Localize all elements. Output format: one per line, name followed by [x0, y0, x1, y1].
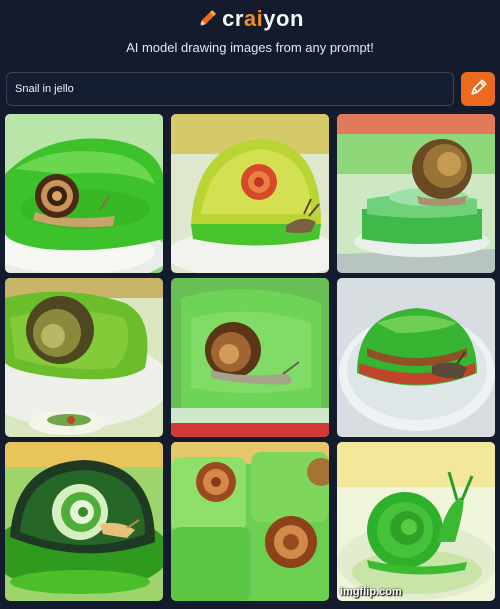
pencil-icon: [196, 8, 218, 30]
result-image[interactable]: [5, 114, 163, 273]
watermark: imgflip.com: [340, 586, 402, 598]
header: craiyon AI model drawing images from any…: [0, 0, 500, 70]
draw-button[interactable]: [461, 72, 495, 106]
pencil-icon: [468, 78, 488, 101]
tagline: AI model drawing images from any prompt!: [126, 40, 374, 55]
result-image[interactable]: [5, 442, 163, 601]
result-image[interactable]: [171, 442, 329, 601]
result-image[interactable]: [171, 114, 329, 273]
result-image[interactable]: [171, 278, 329, 437]
prompt-bar: [6, 72, 495, 106]
result-image[interactable]: [5, 278, 163, 437]
result-image[interactable]: imgflip.com: [337, 442, 495, 601]
image-grid: imgflip.com: [5, 114, 495, 601]
brand-name: craiyon: [222, 6, 304, 31]
prompt-input[interactable]: [6, 72, 454, 106]
brand-logo[interactable]: craiyon: [0, 6, 500, 32]
result-image[interactable]: [337, 114, 495, 273]
result-image[interactable]: [337, 278, 495, 437]
